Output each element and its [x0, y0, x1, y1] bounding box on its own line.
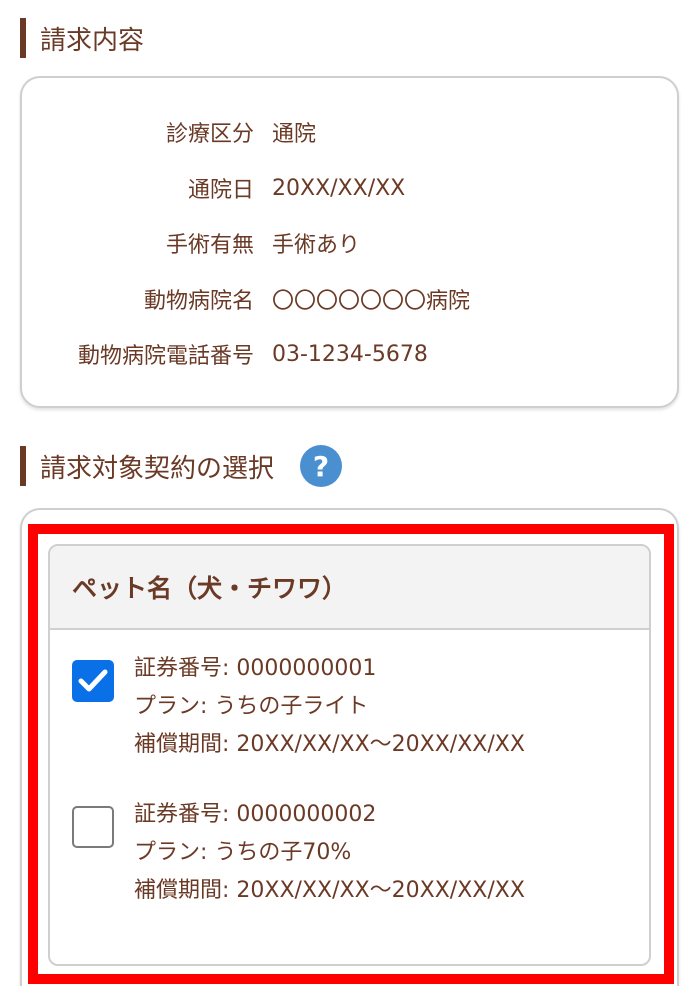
policy-checkbox-checked[interactable] [72, 660, 114, 702]
policy-period: 補償期間: 20XX/XX/XX〜20XX/XX/XX [134, 878, 525, 903]
pet-name-header: ペット名（犬・チワワ） [50, 546, 649, 630]
claim-page: 請求内容 診療区分 通院 通院日 20XX/XX/XX 手術有無 手術あり 動物… [0, 0, 696, 986]
policy-info: 証券番号: 0000000001 プラン: うちの子ライト 補償期間: 20XX… [134, 650, 525, 764]
pet-name: ペット名（犬・チワワ） [72, 574, 348, 603]
billing-heading-text: 請求内容 [40, 25, 145, 56]
policy-number: 証券番号: 0000000002 [134, 802, 377, 827]
detail-label: 動物病院電話番号 [77, 344, 254, 369]
policy-item[interactable]: 証券番号: 0000000001 プラン: うちの子ライト 補償期間: 20XX… [72, 650, 525, 764]
policy-item[interactable]: 証券番号: 0000000002 プラン: うちの子70% 補償期間: 20XX… [72, 796, 525, 910]
checkmark-icon [78, 669, 108, 692]
pet-contract-card: ペット名（犬・チワワ） 証券番号: 0000000001 プラン: うちの子ライ… [48, 544, 651, 966]
contract-selection-heading: 請求対象契約の選択 ? [20, 445, 343, 487]
detail-row-hospital-phone: 動物病院電話番号 03-1234-5678 [22, 334, 677, 374]
detail-value: 手術あり [272, 233, 361, 258]
detail-value: 03-1234-5678 [272, 341, 428, 367]
detail-row-visit-date: 通院日 20XX/XX/XX [22, 168, 677, 208]
policy-checkbox-unchecked[interactable] [72, 806, 114, 848]
detail-row-surgery: 手術有無 手術あり [22, 223, 677, 263]
detail-row-hospital-name: 動物病院名 〇〇〇〇〇〇〇病院 [22, 279, 677, 319]
detail-label: 手術有無 [165, 233, 254, 258]
policy-number: 証券番号: 0000000001 [134, 656, 377, 681]
policy-info: 証券番号: 0000000002 プラン: うちの子70% 補償期間: 20XX… [134, 796, 525, 910]
detail-row-treatment-type: 診療区分 通院 [22, 112, 677, 152]
billing-heading: 請求内容 [20, 18, 144, 58]
detail-label: 動物病院名 [143, 289, 254, 314]
detail-label: 通院日 [187, 178, 254, 203]
detail-value: 通院 [272, 122, 317, 147]
policy-period: 補償期間: 20XX/XX/XX〜20XX/XX/XX [134, 732, 525, 757]
detail-value: 20XX/XX/XX [272, 175, 406, 201]
billing-details-card: 診療区分 通院 通院日 20XX/XX/XX 手術有無 手術あり 動物病院名 〇… [20, 76, 679, 408]
question-icon[interactable]: ? [300, 445, 343, 487]
policy-plan: プラン: うちの子70% [134, 840, 352, 865]
contract-selection-heading-text: 請求対象契約の選択 [40, 453, 275, 484]
detail-value: 〇〇〇〇〇〇〇病院 [272, 289, 471, 314]
detail-label: 診療区分 [165, 122, 254, 147]
policy-plan: プラン: うちの子ライト [134, 694, 369, 719]
